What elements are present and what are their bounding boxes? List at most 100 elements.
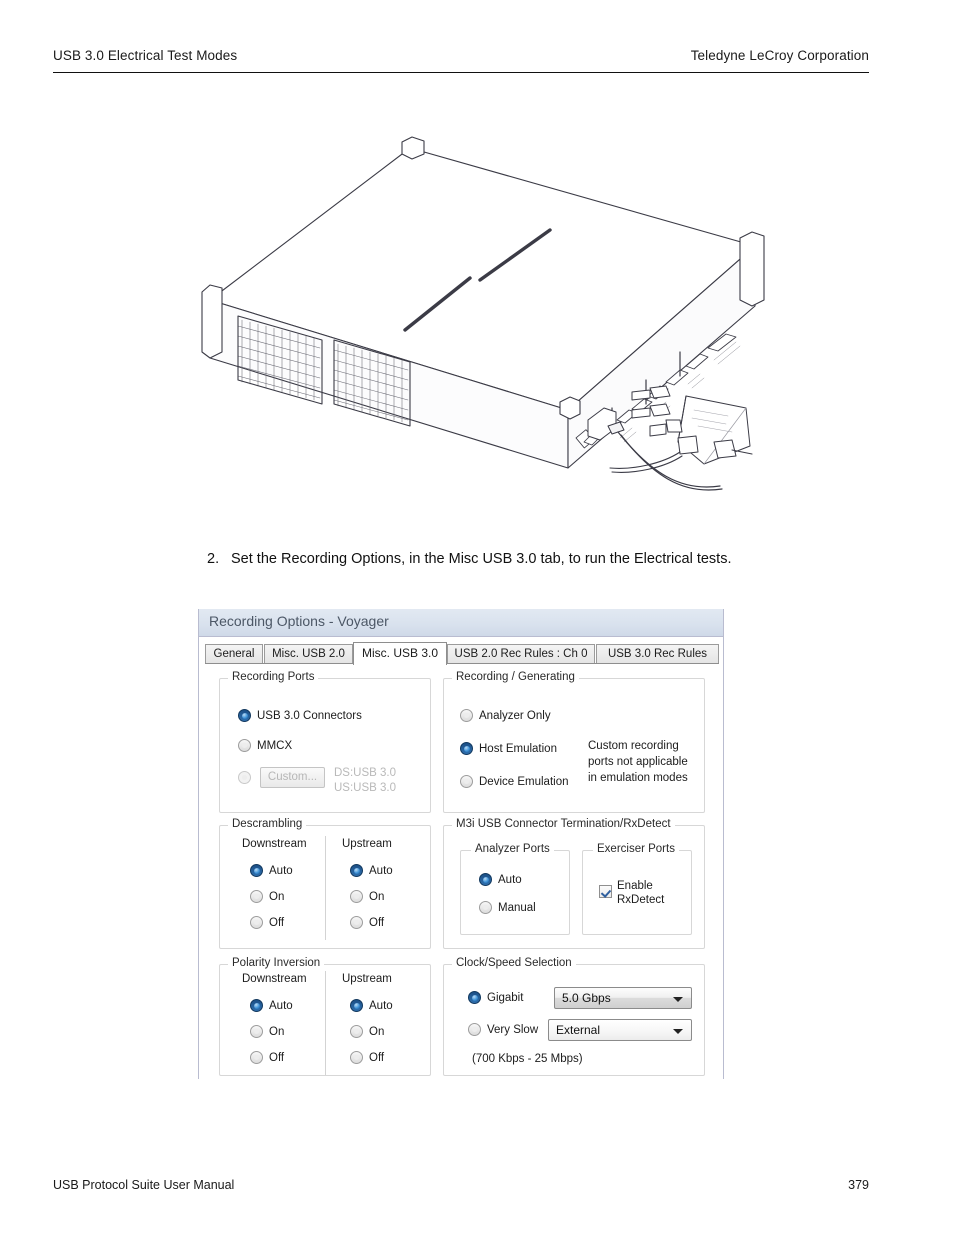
- subgroup-exerciser-ports: Exerciser Ports Enable RxDetect: [582, 843, 692, 935]
- radio-analyzer-ports-manual-indicator: [479, 901, 492, 914]
- tab-strip: General Misc. USB 2.0 Misc. USB 3.0 USB …: [205, 642, 719, 665]
- tab-misc-usb-30[interactable]: Misc. USB 3.0: [353, 642, 447, 665]
- radio-descrambling-downstream-off[interactable]: Off: [250, 916, 284, 929]
- radio-analyzer-ports-manual[interactable]: Manual: [479, 901, 536, 914]
- radio-analyzer-only[interactable]: Analyzer Only: [460, 709, 551, 722]
- checkbox-enable-rxdetect-label: Enable RxDetect: [617, 879, 664, 907]
- checkbox-enable-rxdetect-label-line1: Enable: [617, 880, 653, 892]
- footer-left-text: USB Protocol Suite User Manual: [53, 1178, 235, 1192]
- recording-options-dialog: Recording Options - Voyager General Misc…: [198, 609, 724, 1079]
- radio-polarity-downstream-on-label: On: [269, 1025, 285, 1038]
- radio-polarity-upstream-on[interactable]: On: [350, 1025, 384, 1038]
- subgroup-exerciser-ports-legend: Exerciser Ports: [593, 843, 679, 855]
- checkbox-enable-rxdetect[interactable]: Enable RxDetect: [599, 879, 664, 907]
- polarity-divider: [325, 971, 326, 1075]
- header-right-text: Teledyne LeCroy Corporation: [690, 48, 869, 63]
- very-slow-clock-dropdown-value: External: [556, 1023, 601, 1037]
- radio-polarity-upstream-on-label: On: [369, 1025, 385, 1038]
- radio-polarity-upstream-off-indicator: [350, 1051, 363, 1064]
- radio-polarity-upstream-off-label: Off: [369, 1051, 385, 1064]
- group-clock-speed-selection: Clock/Speed Selection Gigabit 5.0 Gbps V…: [443, 957, 705, 1076]
- radio-very-slow-label: Very Slow: [487, 1023, 539, 1036]
- radio-descrambling-downstream-off-indicator: [250, 916, 263, 929]
- radio-usb30-connectors-label: USB 3.0 Connectors: [257, 709, 362, 722]
- radio-polarity-downstream-on[interactable]: On: [250, 1025, 284, 1038]
- dialog-title-bar: Recording Options - Voyager: [199, 609, 723, 637]
- radio-usb30-connectors[interactable]: USB 3.0 Connectors: [238, 709, 362, 722]
- radio-descrambling-upstream-off-indicator: [350, 916, 363, 929]
- emulation-note-line-3: in emulation modes: [588, 772, 688, 784]
- radio-descrambling-downstream-auto-label: Auto: [269, 864, 293, 877]
- emulation-note-line-1: Custom recording: [588, 740, 679, 752]
- radio-mmcx[interactable]: MMCX: [238, 739, 292, 752]
- radio-polarity-downstream-auto[interactable]: Auto: [250, 999, 293, 1012]
- subgroup-analyzer-ports: Analyzer Ports Auto Manual: [460, 843, 570, 935]
- radio-device-emulation-indicator: [460, 775, 473, 788]
- radio-descrambling-downstream-auto-indicator: [250, 864, 263, 877]
- gigabit-speed-dropdown-value: 5.0 Gbps: [562, 991, 611, 1005]
- very-slow-clock-dropdown[interactable]: External: [548, 1019, 692, 1041]
- group-polarity-inversion-legend: Polarity Inversion: [228, 957, 325, 969]
- radio-descrambling-downstream-on-label: On: [269, 890, 285, 903]
- subgroup-analyzer-ports-legend: Analyzer Ports: [471, 843, 554, 855]
- radio-analyzer-ports-auto-indicator: [479, 873, 492, 886]
- footer-page-number: 379: [848, 1178, 869, 1192]
- group-clock-speed-selection-legend: Clock/Speed Selection: [452, 957, 576, 969]
- radio-descrambling-upstream-on-indicator: [350, 890, 363, 903]
- polarity-upstream-header: Upstream: [342, 973, 392, 985]
- radio-polarity-upstream-off[interactable]: Off: [350, 1051, 384, 1064]
- custom-ports-upstream-info: US:USB 3.0: [334, 782, 396, 794]
- radio-very-slow[interactable]: Very Slow: [468, 1023, 538, 1036]
- checkbox-enable-rxdetect-indicator: [599, 885, 612, 898]
- custom-ports-downstream-info: DS:USB 3.0: [334, 767, 396, 779]
- radio-mmcx-indicator: [238, 739, 251, 752]
- header-left-text: USB 3.0 Electrical Test Modes: [53, 48, 238, 63]
- tab-general[interactable]: General: [205, 644, 263, 664]
- radio-custom-indicator: [238, 771, 251, 784]
- group-recording-ports: Recording Ports USB 3.0 Connectors MMCX …: [219, 671, 431, 813]
- radio-descrambling-downstream-on[interactable]: On: [250, 890, 284, 903]
- radio-descrambling-upstream-on[interactable]: On: [350, 890, 384, 903]
- page-header: USB 3.0 Electrical Test Modes Teledyne L…: [53, 48, 869, 78]
- radio-usb30-connectors-indicator: [238, 709, 251, 722]
- radio-gigabit[interactable]: Gigabit: [468, 991, 523, 1004]
- radio-descrambling-upstream-auto[interactable]: Auto: [350, 864, 393, 877]
- dialog-title: Recording Options - Voyager: [209, 613, 389, 629]
- radio-polarity-downstream-off-label: Off: [269, 1051, 285, 1064]
- radio-analyzer-ports-auto[interactable]: Auto: [479, 873, 522, 886]
- descrambling-upstream-header: Upstream: [342, 838, 392, 850]
- descrambling-downstream-header: Downstream: [242, 838, 307, 850]
- radio-descrambling-downstream-auto[interactable]: Auto: [250, 864, 293, 877]
- tab-misc-usb-20[interactable]: Misc. USB 2.0: [264, 644, 353, 664]
- radio-polarity-upstream-auto[interactable]: Auto: [350, 999, 393, 1012]
- radio-device-emulation[interactable]: Device Emulation: [460, 775, 568, 788]
- group-m3i-termination-rxdetect: M3i USB Connector Termination/RxDetect A…: [443, 818, 705, 949]
- voyager-analyzer-figure: [180, 120, 780, 520]
- radio-analyzer-ports-manual-label: Manual: [498, 901, 536, 914]
- group-descrambling: Descrambling Downstream Upstream Auto On…: [219, 818, 431, 949]
- step-text: Set the Recording Options, in the Misc U…: [231, 551, 732, 567]
- tab-usb-30-rec-rules[interactable]: USB 3.0 Rec Rules: [596, 644, 719, 664]
- radio-host-emulation-indicator: [460, 742, 473, 755]
- tab-usb-20-rec-rules-ch0[interactable]: USB 2.0 Rec Rules : Ch 0: [447, 644, 595, 664]
- radio-polarity-downstream-auto-indicator: [250, 999, 263, 1012]
- radio-custom: [238, 771, 257, 784]
- gigabit-speed-dropdown[interactable]: 5.0 Gbps: [554, 987, 692, 1009]
- radio-polarity-downstream-off[interactable]: Off: [250, 1051, 284, 1064]
- custom-ports-button: Custom...: [260, 767, 325, 788]
- radio-host-emulation-label: Host Emulation: [479, 742, 557, 755]
- radio-descrambling-downstream-off-label: Off: [269, 916, 285, 929]
- emulation-note-line-2: ports not applicable: [588, 756, 688, 768]
- dialog-body: Recording Ports USB 3.0 Connectors MMCX …: [205, 664, 719, 1076]
- checkbox-enable-rxdetect-label-line2: RxDetect: [617, 894, 665, 906]
- chevron-down-icon-2: [673, 1029, 683, 1034]
- radio-analyzer-ports-auto-label: Auto: [498, 873, 522, 886]
- instruction-step-2: 2. Set the Recording Options, in the Misc…: [207, 551, 907, 567]
- radio-polarity-downstream-auto-label: Auto: [269, 999, 293, 1012]
- radio-host-emulation[interactable]: Host Emulation: [460, 742, 557, 755]
- radio-analyzer-only-indicator: [460, 709, 473, 722]
- radio-polarity-upstream-on-indicator: [350, 1025, 363, 1038]
- radio-descrambling-upstream-off[interactable]: Off: [350, 916, 384, 929]
- radio-descrambling-downstream-on-indicator: [250, 890, 263, 903]
- page-footer: USB Protocol Suite User Manual 379: [53, 1178, 869, 1200]
